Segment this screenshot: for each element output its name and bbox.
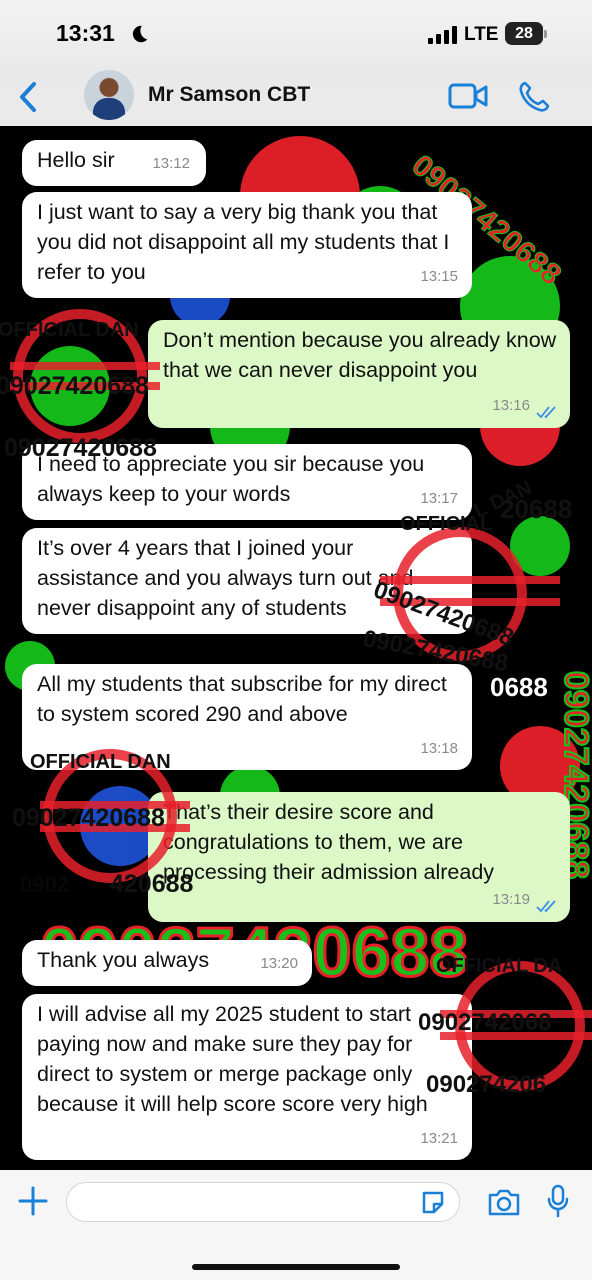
watermark-stamp-4: OFFICIAL DA 0902742068 090274206 (418, 955, 592, 1098)
microphone-icon[interactable] (546, 1184, 570, 1218)
watermark-phone-7: 09027420688 (12, 804, 165, 832)
watermark-name-3: OFFICIAL DAN (30, 751, 171, 773)
home-indicator (192, 1264, 400, 1270)
watermark-phone-2: 09027420688 (4, 434, 157, 462)
watermark-phone-6: 0688 (490, 672, 548, 702)
watermark-stamp-3: OFFICIAL DAN 09027420688 420688 0902 (12, 749, 194, 898)
status-time: 13:31 (56, 20, 115, 46)
watermark-phone-9: 0902742068 (418, 1009, 551, 1036)
watermark-name-4: OFFICIAL DA (436, 955, 562, 977)
moon-icon (132, 25, 148, 43)
watermark-name-1: OFFICIAL DAN (0, 319, 139, 341)
status-bar: 13:31 LTE 28 (0, 0, 592, 70)
watermark-phone-3: 20688 (500, 494, 572, 524)
phone-icon[interactable] (517, 80, 551, 114)
watermark-phone-8b: 0902 (20, 872, 69, 897)
battery-tip (544, 30, 547, 38)
watermark-phone-8: 420688 (110, 870, 194, 898)
watermark-stamp-1: OFFICIAL DAN 09027420688 09027420688 (0, 309, 160, 462)
input-bar (0, 1170, 592, 1280)
camera-icon[interactable] (487, 1187, 521, 1217)
message-input[interactable] (66, 1182, 460, 1222)
watermark-phone-10: 090274206 (426, 1071, 546, 1098)
plus-icon[interactable] (18, 1186, 48, 1216)
contact-name[interactable]: Mr Samson CBT (148, 83, 310, 107)
battery-icon: 28 (505, 22, 543, 45)
network-type: LTE (464, 24, 499, 45)
watermark-phone-1: 09027420688 (0, 372, 149, 400)
chevron-left-icon[interactable] (14, 80, 44, 114)
avatar[interactable] (84, 70, 134, 120)
chat-header: Mr Samson CBT (0, 70, 592, 126)
video-camera-icon[interactable] (448, 82, 488, 110)
sticker-icon[interactable] (420, 1190, 446, 1216)
watermark-overlay: OFFICIAL DAN 09027420688 09027420688 OFF… (0, 309, 592, 1098)
chat-area[interactable]: 09027420688 09027420688 09027420688 Hell… (0, 126, 592, 1170)
watermark-stamp-2: OFFICIAL L DAN 20688 09027420688 0902742… (361, 477, 572, 702)
signal-icon (428, 26, 457, 44)
